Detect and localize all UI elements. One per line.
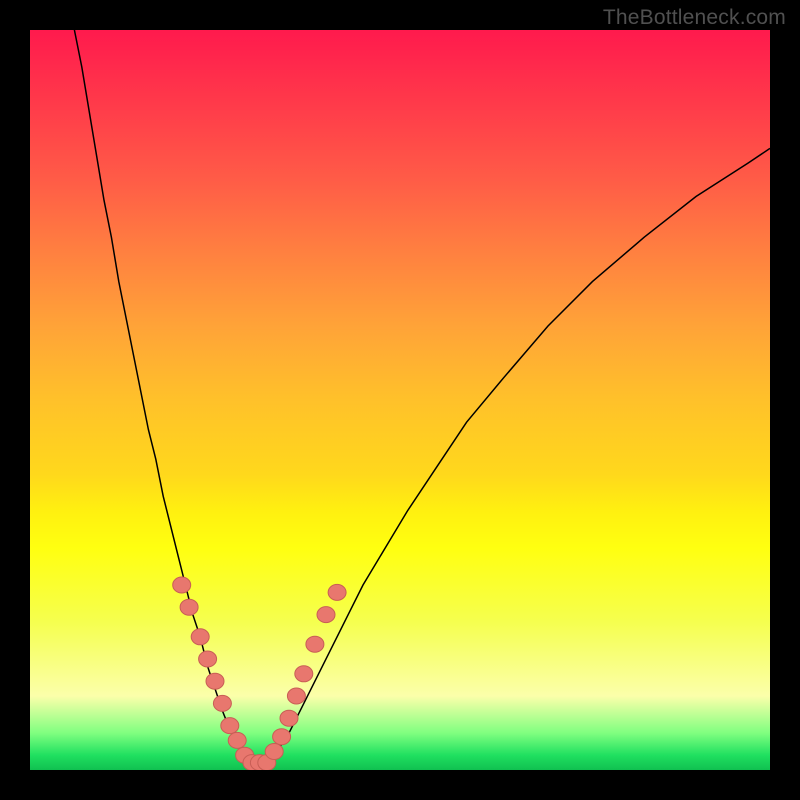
right-curve bbox=[267, 148, 770, 762]
curve-marker bbox=[328, 584, 346, 600]
curve-marker bbox=[317, 607, 335, 623]
curve-marker bbox=[180, 599, 198, 615]
curve-marker bbox=[306, 636, 324, 652]
curve-marker bbox=[173, 577, 191, 593]
curve-marker bbox=[206, 673, 224, 689]
markers-group bbox=[173, 577, 346, 770]
curve-marker bbox=[228, 732, 246, 748]
curve-marker bbox=[287, 688, 305, 704]
curve-marker bbox=[199, 651, 217, 667]
curve-marker bbox=[191, 629, 209, 645]
watermark-text: TheBottleneck.com bbox=[603, 6, 786, 30]
curve-marker bbox=[221, 718, 239, 734]
curve-marker bbox=[213, 695, 231, 711]
curve-marker bbox=[295, 666, 313, 682]
curve-marker bbox=[265, 744, 283, 760]
left-curve bbox=[74, 30, 252, 763]
chart-root: TheBottleneck.com bbox=[0, 0, 800, 800]
plot-area bbox=[30, 30, 770, 770]
curve-marker bbox=[280, 710, 298, 726]
curve-marker bbox=[273, 729, 291, 745]
chart-svg bbox=[30, 30, 770, 770]
